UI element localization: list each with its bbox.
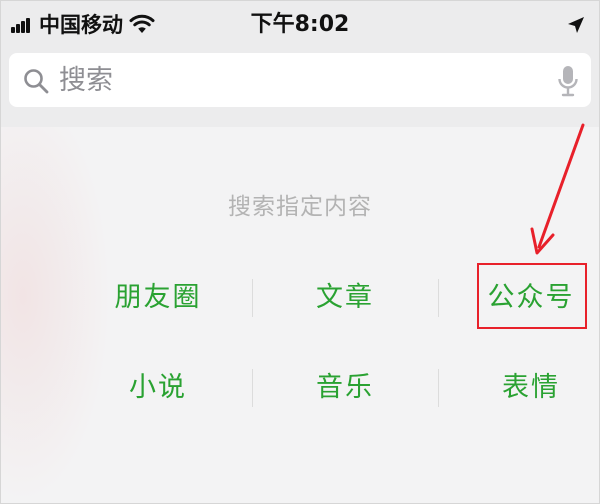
category-stickers[interactable]: 表情 <box>438 363 599 413</box>
search-scope-panel: 搜索指定内容 朋友圈 文章 公众号 小说 音乐 表情 <box>1 127 599 503</box>
clock: 下午8:02 <box>250 12 350 37</box>
category-moments[interactable]: 朋友圈 <box>65 273 251 323</box>
microphone-icon[interactable] <box>557 65 579 97</box>
search-icon <box>24 69 49 94</box>
annotation-arrow-icon <box>530 123 585 255</box>
category-novels[interactable]: 小说 <box>65 363 251 413</box>
status-bar: 中国移动 下午8:02 <box>1 1 599 49</box>
search-scope-hint: 搜索指定内容 <box>228 194 372 220</box>
category-articles[interactable]: 文章 <box>252 273 438 323</box>
search-input[interactable] <box>59 61 539 99</box>
location-arrow-icon <box>568 17 584 33</box>
search-bar[interactable] <box>9 53 591 107</box>
highlight-box <box>477 263 587 329</box>
screen-frame: 中国移动 下午8:02 搜索指定内容 朋友圈 文章 <box>0 0 600 504</box>
category-music[interactable]: 音乐 <box>252 363 438 413</box>
